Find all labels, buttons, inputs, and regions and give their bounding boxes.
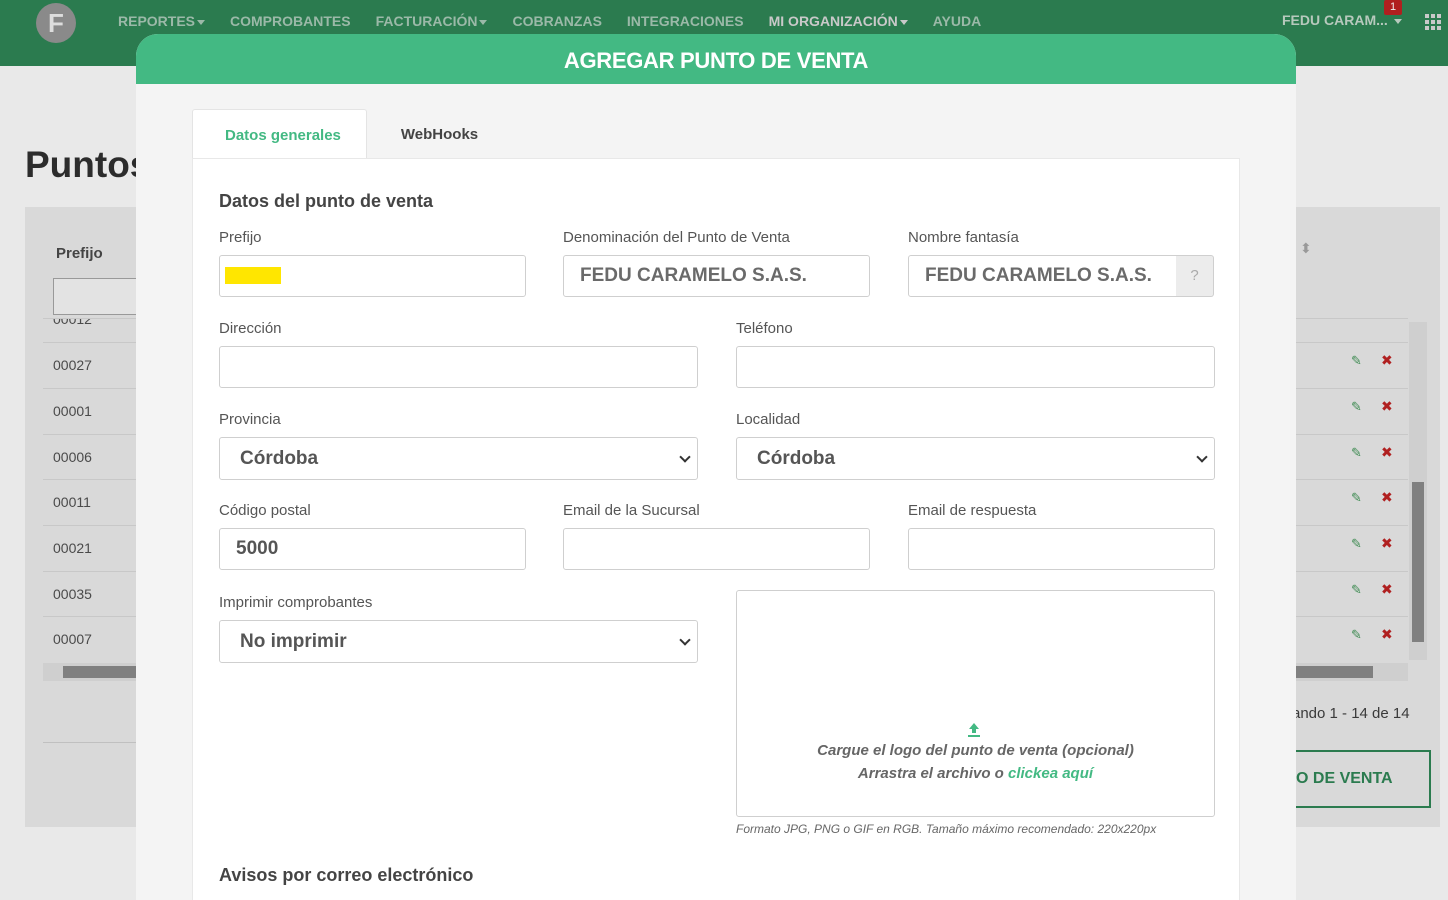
divider	[43, 742, 136, 743]
menu-comprobantes[interactable]: COMPROBANTES	[230, 13, 351, 29]
tab-panel: Datos del punto de venta Prefijo Denomin…	[192, 158, 1240, 900]
edit-icon[interactable]: ✎	[1351, 536, 1362, 552]
edit-icon[interactable]: ✎	[1351, 490, 1362, 506]
edit-icon[interactable]: ✎	[1351, 627, 1362, 643]
column-header-prefijo[interactable]: Prefijo	[56, 245, 103, 262]
upload-drag-text: Arrastra el archivo o clickea aquí	[857, 765, 1094, 782]
nombre-fantasia-label: Nombre fantasía	[908, 229, 1019, 246]
delete-icon[interactable]: ✖	[1381, 352, 1393, 369]
edit-icon[interactable]: ✎	[1351, 582, 1362, 598]
provincia-select[interactable]: Córdoba	[219, 437, 698, 480]
menu-reportes[interactable]: REPORTES	[118, 13, 206, 29]
apps-grid-icon[interactable]	[1425, 14, 1443, 30]
prefijo-input[interactable]	[219, 255, 526, 297]
modal-tabs: Datos generales WebHooks	[192, 109, 504, 159]
add-point-of-sale-modal: AGREGAR PUNTO DE VENTA Datos generales W…	[136, 34, 1296, 900]
help-icon[interactable]: ?	[1176, 255, 1214, 297]
denominacion-input[interactable]: FEDU CARAMELO S.A.S.	[563, 255, 870, 297]
tab-datos-generales[interactable]: Datos generales	[192, 109, 367, 159]
notification-badge[interactable]: 1	[1384, 0, 1402, 15]
direccion-label: Dirección	[219, 320, 282, 337]
app-logo[interactable]: F	[36, 3, 76, 43]
pagination-info: ando 1 - 14 de 14	[1292, 705, 1410, 722]
imprimir-select[interactable]: No imprimir	[219, 620, 698, 663]
menu-mi-organizacion[interactable]: MI ORGANIZACIÓN	[769, 13, 908, 29]
delete-icon[interactable]: ✖	[1381, 398, 1393, 415]
delete-icon[interactable]: ✖	[1381, 489, 1393, 506]
chevron-down-icon	[197, 19, 206, 25]
vertical-scrollbar[interactable]	[1409, 322, 1427, 660]
section-title-datos: Datos del punto de venta	[219, 191, 434, 211]
chevron-down-icon	[1196, 451, 1208, 463]
delete-icon[interactable]: ✖	[1381, 535, 1393, 552]
tab-webhooks[interactable]: WebHooks	[367, 109, 504, 159]
modal-title: AGREGAR PUNTO DE VENTA	[136, 34, 1296, 84]
telefono-label: Teléfono	[736, 320, 793, 337]
page-title: Puntos	[25, 144, 151, 185]
chevron-down-icon	[679, 634, 691, 646]
edit-icon[interactable]: ✎	[1351, 445, 1362, 461]
localidad-label: Localidad	[736, 411, 801, 428]
menu-cobranzas[interactable]: COBRANZAS	[512, 13, 601, 29]
logo-dropzone[interactable]: Cargue el logo del punto de venta (opcio…	[736, 590, 1215, 817]
upload-format-hint: Formato JPG, PNG o GIF en RGB. Tamaño má…	[736, 822, 1157, 836]
chevron-down-icon	[899, 19, 908, 25]
nombre-fantasia-input[interactable]: FEDU CARAMELO S.A.S.	[908, 255, 1177, 297]
prefijo-label: Prefijo	[219, 229, 262, 246]
sort-icon[interactable]: ⬍	[1300, 240, 1312, 257]
direccion-input[interactable]	[219, 346, 698, 388]
redacted-highlight	[225, 267, 281, 285]
email-sucursal-label: Email de la Sucursal	[563, 502, 700, 519]
prefix-filter-input[interactable]	[53, 278, 143, 315]
delete-icon[interactable]: ✖	[1381, 626, 1393, 643]
menu-facturacion[interactable]: FACTURACIÓN	[376, 13, 488, 29]
delete-icon[interactable]: ✖	[1381, 581, 1393, 598]
telefono-input[interactable]	[736, 346, 1215, 388]
chevron-down-icon	[1393, 18, 1402, 24]
section-title-avisos: Avisos por correo electrónico	[219, 865, 474, 885]
menu-integraciones[interactable]: INTEGRACIONES	[627, 13, 744, 29]
denominacion-label: Denominación del Punto de Venta	[563, 229, 790, 246]
upload-icon	[968, 723, 980, 737]
codigo-postal-input[interactable]: 5000	[219, 528, 526, 570]
codigo-postal-label: Código postal	[219, 502, 311, 519]
menu-ayuda[interactable]: AYUDA	[933, 13, 982, 29]
chevron-down-icon	[679, 451, 691, 463]
email-sucursal-input[interactable]	[563, 528, 870, 570]
localidad-select[interactable]: Córdoba	[736, 437, 1215, 480]
add-point-of-sale-button[interactable]: O DE VENTA	[1292, 750, 1431, 808]
chevron-down-icon	[479, 19, 488, 25]
email-respuesta-input[interactable]	[908, 528, 1215, 570]
delete-icon[interactable]: ✖	[1381, 444, 1393, 461]
provincia-label: Provincia	[219, 411, 281, 428]
edit-icon[interactable]: ✎	[1351, 399, 1362, 415]
edit-icon[interactable]: ✎	[1351, 353, 1362, 369]
upload-instructions: Cargue el logo del punto de venta (opcio…	[817, 742, 1134, 759]
main-menu: REPORTES COMPROBANTES FACTURACIÓN COBRAN…	[118, 13, 1006, 29]
imprimir-label: Imprimir comprobantes	[219, 594, 373, 611]
email-respuesta-label: Email de respuesta	[908, 502, 1037, 519]
upload-click-link[interactable]: clickea aquí	[1008, 765, 1093, 782]
